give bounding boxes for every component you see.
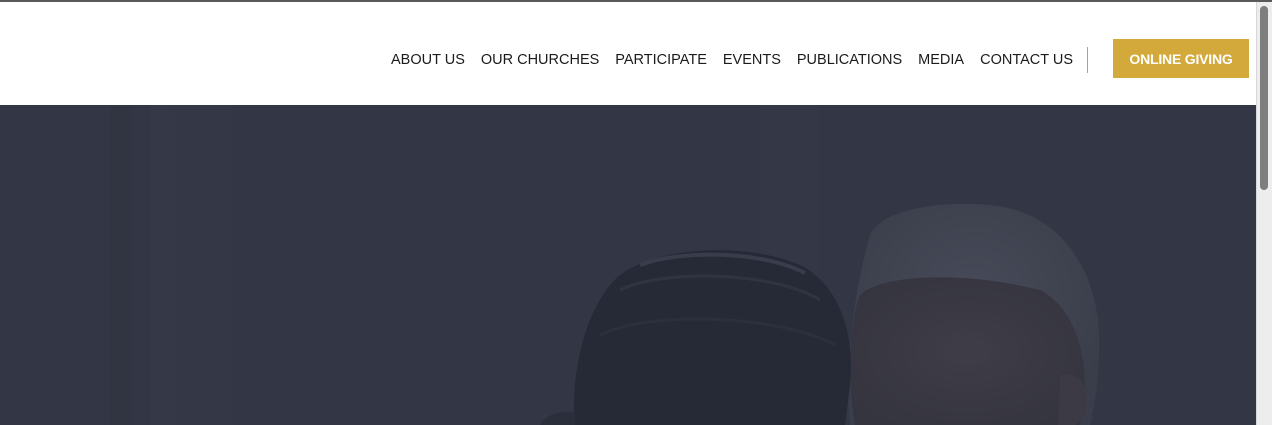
nav-our-churches[interactable]: OUR CHURCHES (473, 50, 607, 70)
scrollbar-thumb[interactable] (1260, 6, 1268, 190)
online-giving-button[interactable]: ONLINE GIVING (1113, 39, 1249, 78)
site-header: ABOUT US OUR CHURCHES PARTICIPATE EVENTS… (0, 2, 1256, 105)
hero-image (0, 105, 1256, 425)
nav-events[interactable]: EVENTS (715, 50, 789, 70)
nav-divider (1087, 47, 1089, 73)
nav-publications[interactable]: PUBLICATIONS (789, 50, 910, 70)
page-scrollbar[interactable] (1256, 2, 1272, 425)
nav-participate[interactable]: PARTICIPATE (607, 50, 715, 70)
nav-contact-us[interactable]: CONTACT US (972, 50, 1081, 70)
hero-banner (0, 105, 1256, 425)
main-navigation: ABOUT US OUR CHURCHES PARTICIPATE EVENTS… (383, 47, 1089, 73)
nav-about-us[interactable]: ABOUT US (383, 50, 473, 70)
nav-media[interactable]: MEDIA (910, 50, 972, 70)
